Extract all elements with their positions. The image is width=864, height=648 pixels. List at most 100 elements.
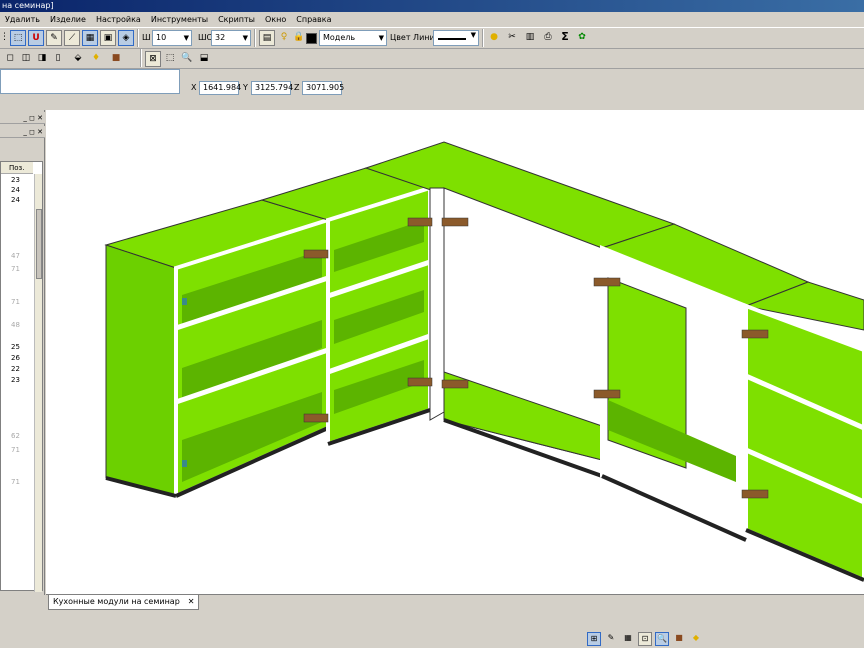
line-style-select[interactable]: ▼	[433, 30, 479, 46]
cabinet-icon[interactable]: ▥	[522, 30, 538, 46]
chevron-down-icon: ▼	[378, 34, 384, 42]
layers-icon[interactable]: ▤	[259, 30, 275, 46]
menu-help[interactable]: Справка	[291, 12, 336, 27]
grip-icon: ⋮	[0, 32, 9, 42]
list-item[interactable]: 26	[11, 354, 20, 362]
grid-icon[interactable]: ▦	[621, 632, 635, 646]
snap-toggle-icon[interactable]: ⊞	[587, 632, 601, 646]
list-item[interactable]: 25	[11, 343, 20, 351]
menu-scripts[interactable]: Скрипты	[213, 12, 260, 27]
panel-window-controls[interactable]: _ ◻ ✕	[0, 112, 45, 124]
scrollbar-thumb[interactable]	[36, 209, 42, 279]
layer-value: Модель	[323, 33, 356, 42]
zoom-status-icon[interactable]: 🔍	[655, 632, 669, 646]
edit-icon[interactable]: ✎	[604, 632, 618, 646]
menu-bar: Удалить Изделие Настройка Инструменты Ск…	[0, 12, 864, 27]
column-header: Поз.	[1, 162, 33, 174]
list-item[interactable]: 24	[11, 196, 20, 204]
lock-icon[interactable]: 🔒	[291, 30, 307, 46]
chevron-down-icon: ▼	[470, 31, 476, 39]
separator	[137, 29, 139, 47]
scissors-icon[interactable]: ✂	[504, 30, 520, 46]
layer-select[interactable]: Модель ▼	[319, 30, 387, 46]
x-value: 1641.984	[203, 83, 242, 92]
zoom-window-icon[interactable]: ⬚	[162, 51, 178, 67]
main-toolbar: ⋮ ⬚ U ✎ ⟋ ▦ ▣ ◈ Ш 10 ▼ ШС 32 ▼ ▤ ♀ 🔒 Модел…	[0, 27, 864, 49]
box-open-icon[interactable]: ◫	[18, 51, 34, 67]
materials-icon[interactable]: ✿	[574, 30, 590, 46]
light-icon[interactable]: ◆	[689, 632, 703, 646]
chevron-down-icon: ▼	[183, 34, 189, 42]
list-item[interactable]: 24	[11, 186, 20, 194]
menu-product[interactable]: Изделие	[45, 12, 91, 27]
pencil-icon[interactable]: ✎	[46, 30, 62, 46]
snap-point-icon[interactable]: ▣	[100, 30, 116, 46]
separator	[482, 29, 484, 47]
pan-icon[interactable]: ⬓	[196, 51, 212, 67]
object-icon[interactable]: ■	[672, 632, 686, 646]
x-label: X	[191, 83, 197, 92]
magnet-icon[interactable]: U	[28, 30, 44, 46]
list-item[interactable]: 48	[11, 321, 20, 329]
scrollbar[interactable]	[34, 174, 42, 592]
z-label: Z	[294, 83, 300, 92]
view-toolbar: ◻ ◫ ◨ ▯ ⬙ ♦ ■ ⊠ ⬚ 🔍 ⬓	[0, 49, 864, 69]
y-coordinate-field[interactable]: 3125.794	[251, 81, 294, 95]
furniture-icon[interactable]: ■	[108, 51, 124, 67]
width-label: Ш	[142, 33, 151, 42]
menu-delete[interactable]: Удалить	[0, 12, 45, 27]
z-coordinate-field[interactable]: 3071.905	[302, 81, 345, 95]
width-value: 10	[156, 33, 167, 42]
list-item[interactable]: 71	[11, 298, 20, 306]
list-item[interactable]: 23	[11, 376, 20, 384]
chevron-down-icon: ▼	[242, 34, 248, 42]
list-item[interactable]: 71	[11, 478, 20, 486]
lightbulb-icon[interactable]: ♀	[276, 30, 292, 46]
3d-viewport[interactable]	[46, 110, 864, 594]
menu-window[interactable]: Окно	[260, 12, 291, 27]
lamp-icon[interactable]: ♦	[88, 51, 104, 67]
command-input[interactable]	[0, 69, 180, 94]
snap-3d-icon[interactable]: ◈	[118, 30, 134, 46]
layer-color-swatch[interactable]	[306, 33, 317, 44]
panel-window-controls[interactable]: _ ◻ ✕	[0, 126, 45, 138]
list-item[interactable]: 23	[11, 176, 20, 184]
box-side-icon[interactable]: ◨	[34, 51, 50, 67]
object-list[interactable]: Поз. 23 24 24 47 71 71 48 25 26 22 23 62 71 71	[0, 161, 43, 592]
window-title: на семинар]	[2, 1, 54, 10]
separator	[140, 49, 142, 67]
separator	[254, 29, 256, 47]
list-item[interactable]: 22	[11, 365, 20, 373]
status-bar: ⊞ ✎ ▦ ⊡ 🔍 ■ ◆	[0, 610, 864, 648]
measure-icon[interactable]: ⟋	[64, 30, 80, 46]
list-item[interactable]: 71	[11, 446, 20, 454]
z-value: 3071.905	[306, 83, 345, 92]
zoom-icon[interactable]: 🔍	[179, 51, 195, 67]
tab-kitchen-modules[interactable]: Кухонные модули на семинар ✕	[48, 595, 200, 610]
sum-icon[interactable]: Σ	[557, 30, 573, 46]
list-item[interactable]: 47	[11, 252, 20, 260]
tab-label: Кухонные модули на семинар	[53, 597, 180, 606]
panel-split-icon[interactable]: ▯	[50, 51, 66, 67]
width-select[interactable]: 10 ▼	[152, 30, 192, 46]
zoom-fit-icon[interactable]: ⊠	[145, 51, 161, 67]
printer-icon[interactable]: ⎙	[540, 30, 556, 46]
sun-icon[interactable]: ●	[486, 30, 502, 46]
menu-settings[interactable]: Настройка	[91, 12, 146, 27]
menu-tools[interactable]: Инструменты	[146, 12, 213, 27]
list-item[interactable]: 71	[11, 265, 20, 273]
height-select[interactable]: 32 ▼	[211, 30, 251, 46]
y-value: 3125.794	[255, 83, 294, 92]
view-box-icon[interactable]: ⊡	[638, 632, 652, 646]
close-icon[interactable]: ✕	[188, 597, 195, 606]
x-coordinate-field[interactable]: 1641.984	[199, 81, 242, 95]
y-label: Y	[243, 83, 248, 92]
document-tab-bar: Кухонные модули на семинар ✕	[46, 594, 864, 610]
paint-bucket-icon[interactable]: ⬙	[70, 51, 86, 67]
snap-grid-icon[interactable]: ▦	[82, 30, 98, 46]
box-icon[interactable]: ◻	[2, 51, 18, 67]
height-value: 32	[215, 33, 226, 42]
select-icon[interactable]: ⬚	[10, 30, 26, 46]
cabinet-model	[104, 141, 864, 583]
list-item[interactable]: 62	[11, 432, 20, 440]
